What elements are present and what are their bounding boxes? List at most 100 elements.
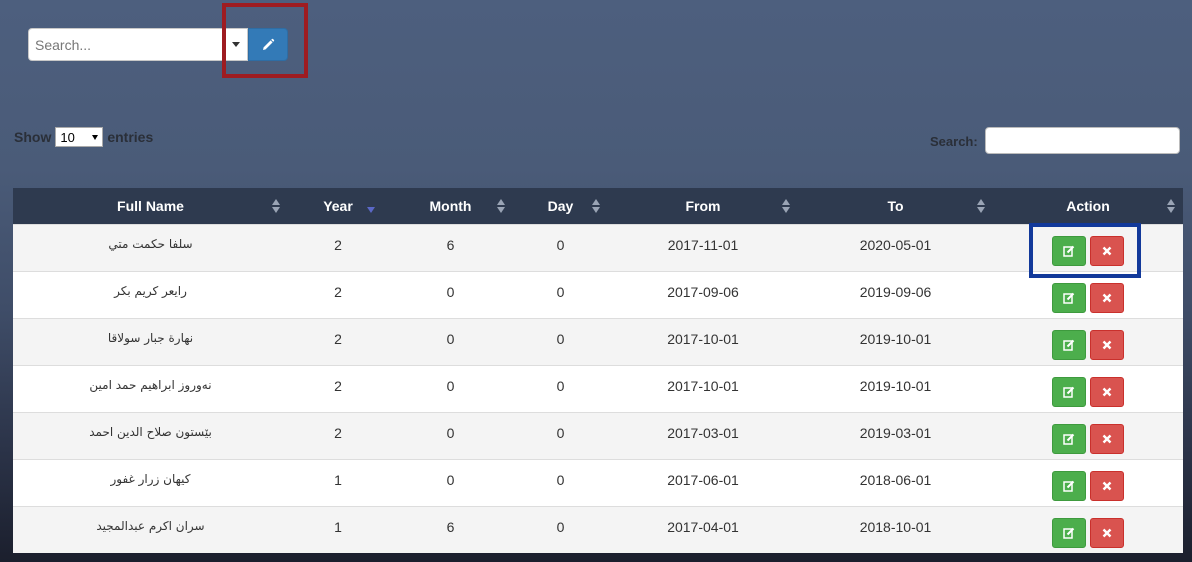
table-filter-label: Search: [930, 134, 978, 149]
table-row: نهارة جبار سولاقا 2 0 0 2017-10-01 2019-… [13, 317, 1183, 365]
cell-from: 2017-09-06 [608, 270, 798, 318]
delete-x-icon [1102, 528, 1112, 537]
delete-x-icon [1102, 481, 1112, 490]
cell-action [993, 317, 1183, 365]
delete-row-button[interactable] [1090, 423, 1124, 454]
sort-both-icon [977, 198, 985, 213]
table-filter-input[interactable] [984, 127, 1180, 154]
delete-x-icon [1102, 293, 1112, 302]
cell-year: 1 [288, 458, 388, 506]
highlight-box-red [222, 3, 308, 78]
cell-month: 6 [388, 223, 513, 271]
cell-to: 2018-06-01 [798, 458, 993, 506]
cell-year: 2 [288, 223, 388, 271]
edit-icon [1063, 480, 1075, 492]
highlight-box-blue [1029, 223, 1141, 278]
table-row: رايعر كريم بكر 2 0 0 2017-09-06 2019-09-… [13, 270, 1183, 318]
table-row: سران اكرم عبدالمجيد 1 6 0 2017-04-01 201… [13, 505, 1183, 553]
cell-full-name: بێستون صلاح الدين احمد [13, 411, 288, 459]
delete-row-button[interactable] [1090, 282, 1124, 313]
sort-both-icon [497, 198, 505, 213]
caret-down-icon [92, 134, 99, 140]
cell-full-name: رايعر كريم بكر [13, 270, 288, 318]
column-header-year[interactable]: Year [288, 188, 388, 224]
column-header-from[interactable]: From [608, 188, 798, 224]
cell-to: 2019-03-01 [798, 411, 993, 459]
edit-icon [1063, 527, 1075, 539]
column-header-action[interactable]: Action [993, 188, 1183, 224]
edit-row-button[interactable] [1052, 517, 1086, 548]
length-menu: Show 10 entries [14, 127, 153, 147]
cell-full-name: كيهان زرار غفور [13, 458, 288, 506]
top-search-input[interactable] [28, 28, 224, 61]
table-row: كيهان زرار غفور 1 0 0 2017-06-01 2018-06… [13, 458, 1183, 506]
entries-select-value: 10 [60, 129, 75, 145]
table-filter: Search: [930, 127, 1180, 154]
cell-day: 0 [513, 364, 608, 412]
cell-from: 2017-04-01 [608, 505, 798, 553]
delete-x-icon [1102, 434, 1112, 443]
cell-full-name: سلفا حكمت متي [13, 223, 288, 271]
cell-action [993, 364, 1183, 412]
sort-both-icon [782, 198, 790, 213]
delete-row-button[interactable] [1090, 329, 1124, 360]
cell-action [993, 270, 1183, 318]
cell-month: 6 [388, 505, 513, 553]
cell-to: 2019-10-01 [798, 364, 993, 412]
cell-action [993, 505, 1183, 553]
cell-day: 0 [513, 223, 608, 271]
cell-to: 2020-05-01 [798, 223, 993, 271]
edit-icon [1063, 433, 1075, 445]
cell-year: 2 [288, 364, 388, 412]
cell-month: 0 [388, 364, 513, 412]
cell-from: 2017-10-01 [608, 364, 798, 412]
edit-row-button[interactable] [1052, 329, 1086, 360]
length-menu-suffix: entries [107, 129, 154, 145]
cell-from: 2017-10-01 [608, 317, 798, 365]
cell-day: 0 [513, 270, 608, 318]
cell-from: 2017-03-01 [608, 411, 798, 459]
cell-day: 0 [513, 458, 608, 506]
edit-row-button[interactable] [1052, 470, 1086, 501]
table-row: سلفا حكمت متي 2 6 0 2017-11-01 2020-05-0… [13, 223, 1183, 271]
cell-full-name: نهارة جبار سولاقا [13, 317, 288, 365]
column-header-day[interactable]: Day [513, 188, 608, 224]
delete-row-button[interactable] [1090, 517, 1124, 548]
table-header-row: Full Name Year Month Day From To Action [13, 188, 1183, 224]
delete-row-button[interactable] [1090, 376, 1124, 407]
cell-full-name: نەوروز ابراهيم حمد امين [13, 364, 288, 412]
edit-row-button[interactable] [1052, 282, 1086, 313]
column-header-month[interactable]: Month [388, 188, 513, 224]
delete-x-icon [1102, 387, 1112, 396]
edit-icon [1063, 292, 1075, 304]
sort-both-icon [272, 198, 280, 213]
entries-select[interactable]: 10 [55, 127, 104, 147]
table-row: بێستون صلاح الدين احمد 2 0 0 2017-03-01 … [13, 411, 1183, 459]
length-menu-prefix: Show [14, 129, 52, 145]
edit-icon [1063, 386, 1075, 398]
sort-both-icon [1167, 198, 1175, 213]
cell-day: 0 [513, 317, 608, 365]
cell-from: 2017-06-01 [608, 458, 798, 506]
cell-to: 2018-10-01 [798, 505, 993, 553]
cell-day: 0 [513, 411, 608, 459]
cell-from: 2017-11-01 [608, 223, 798, 271]
cell-month: 0 [388, 411, 513, 459]
cell-year: 1 [288, 505, 388, 553]
column-header-to[interactable]: To [798, 188, 993, 224]
delete-x-icon [1102, 340, 1112, 349]
cell-year: 2 [288, 270, 388, 318]
edit-row-button[interactable] [1052, 423, 1086, 454]
cell-year: 2 [288, 317, 388, 365]
edit-row-button[interactable] [1052, 376, 1086, 407]
table-row: نەوروز ابراهيم حمد امين 2 0 0 2017-10-01… [13, 364, 1183, 412]
cell-to: 2019-10-01 [798, 317, 993, 365]
cell-month: 0 [388, 317, 513, 365]
cell-full-name: سران اكرم عبدالمجيد [13, 505, 288, 553]
records-table: Full Name Year Month Day From To Action … [13, 188, 1183, 553]
delete-row-button[interactable] [1090, 470, 1124, 501]
cell-month: 0 [388, 458, 513, 506]
sort-descending-icon [367, 207, 375, 213]
column-header-full-name[interactable]: Full Name [13, 188, 288, 224]
edit-icon [1063, 339, 1075, 351]
